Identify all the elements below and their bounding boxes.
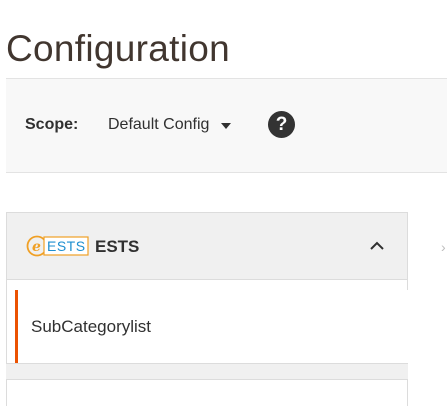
scope-bar: Scope: Default Config ?	[6, 78, 447, 173]
caret-down-icon	[221, 122, 232, 129]
ests-logo-text: ESTS	[47, 238, 86, 254]
chevron-right-icon: ›	[441, 239, 446, 255]
page-title: Configuration	[6, 27, 230, 69]
nav-item-label: SubCategorylist	[31, 317, 152, 336]
ests-section-title: ESTS	[95, 237, 140, 256]
scope-selected-value: Default Config	[108, 116, 210, 133]
svg-text:e: e	[32, 239, 41, 255]
ests-section-header[interactable]: e ESTS ESTS	[6, 212, 408, 280]
panel-border-left	[6, 280, 7, 364]
chevron-up-icon[interactable]	[369, 238, 385, 254]
panel-divider	[6, 363, 408, 380]
nav-item-subcategorylist[interactable]: SubCategorylist	[15, 290, 408, 363]
scope-label: Scope:	[25, 116, 79, 133]
ests-logo: e ESTS	[26, 235, 89, 257]
scope-switcher[interactable]: Default Config	[108, 116, 232, 134]
help-icon[interactable]: ?	[268, 111, 295, 138]
next-section-header[interactable]	[6, 379, 408, 406]
